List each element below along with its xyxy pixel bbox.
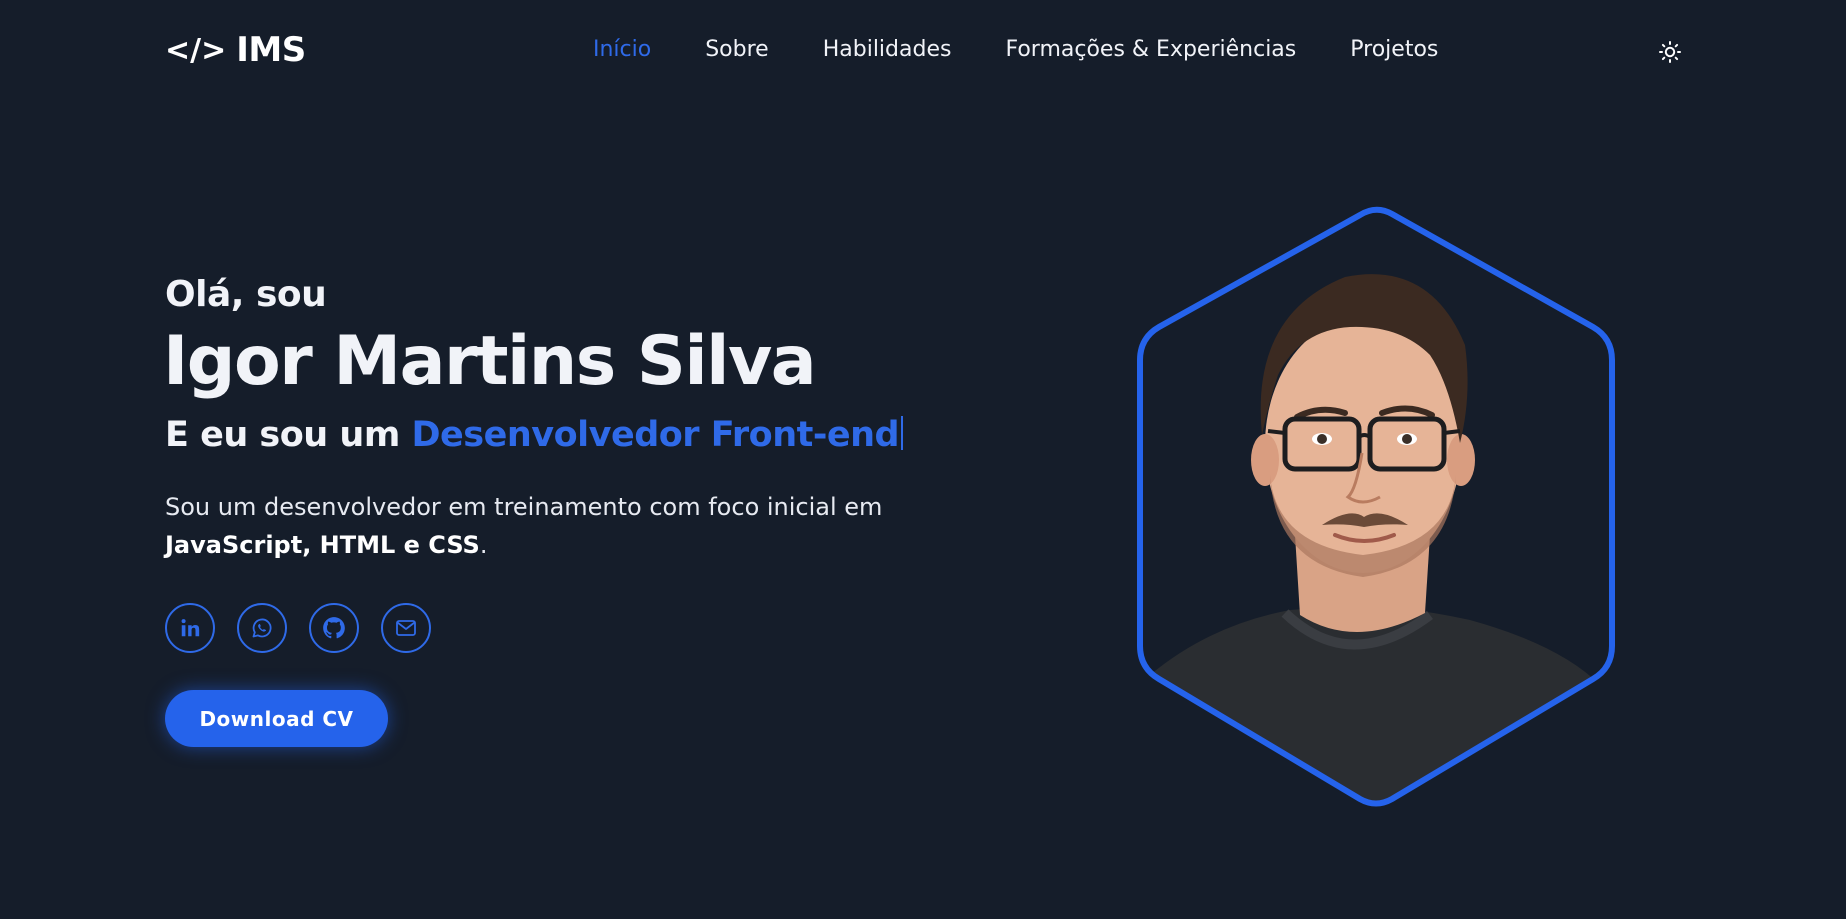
nav-item-sobre[interactable]: Sobre	[705, 37, 769, 62]
nav-item-formacoes[interactable]: Formações & Experiências	[1005, 37, 1296, 62]
hero-name: Igor Martins Silva	[163, 322, 817, 401]
profile-photo	[1137, 206, 1615, 807]
role-prefix: E eu sou um	[165, 415, 412, 455]
nav-item-inicio[interactable]: Início	[593, 37, 651, 62]
typing-cursor	[901, 416, 904, 450]
github-link[interactable]	[309, 603, 359, 653]
logo-text: IMS	[236, 30, 306, 70]
download-cv-button[interactable]: Download CV	[165, 690, 388, 747]
nav-item-habilidades[interactable]: Habilidades	[823, 37, 952, 62]
description-text: Sou um desenvolvedor em treinamento com …	[165, 493, 883, 521]
whatsapp-link[interactable]	[237, 603, 287, 653]
hero-greeting: Olá, sou	[165, 274, 327, 315]
email-link[interactable]	[381, 603, 431, 653]
theme-toggle-button[interactable]	[1656, 38, 1684, 66]
description-tech: JavaScript, HTML e CSS	[165, 531, 480, 559]
logo[interactable]: </> IMS	[165, 30, 306, 70]
sun-icon	[1659, 41, 1681, 63]
hero-description: Sou um desenvolvedor em treinamento com …	[165, 488, 955, 564]
nav-item-projetos[interactable]: Projetos	[1350, 37, 1438, 62]
description-end: .	[479, 531, 488, 559]
role-highlight: Desenvolvedor Front-end	[411, 415, 900, 455]
hero-role: E eu sou um Desenvolvedor Front-end	[165, 415, 904, 455]
social-links	[165, 603, 431, 653]
linkedin-icon	[181, 619, 200, 637]
main-nav: Início Sobre Habilidades Formações & Exp…	[593, 37, 1438, 62]
whatsapp-icon	[252, 618, 272, 638]
github-icon	[323, 617, 345, 639]
code-icon: </>	[165, 32, 227, 68]
mail-icon	[396, 620, 416, 636]
linkedin-link[interactable]	[165, 603, 215, 653]
